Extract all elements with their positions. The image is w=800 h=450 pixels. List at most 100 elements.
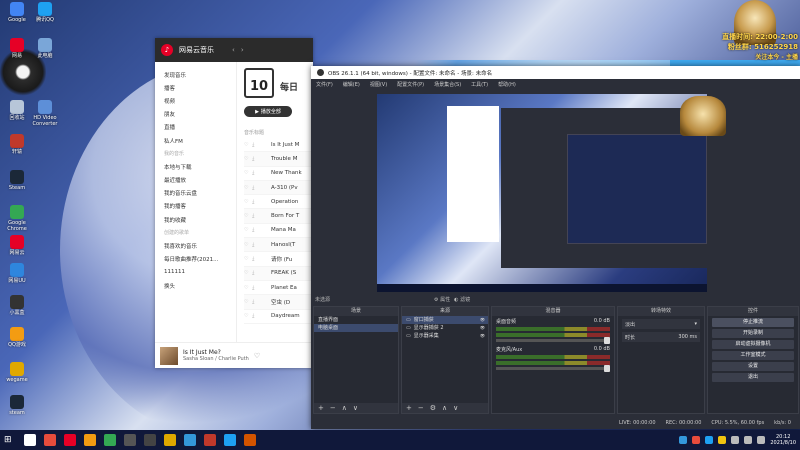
obs-menu-item[interactable]: 视图(V) xyxy=(370,81,387,88)
taskbar-app-icon[interactable] xyxy=(63,434,76,446)
desktop-icon[interactable]: wegame xyxy=(2,362,32,383)
taskbar-app-icon[interactable] xyxy=(223,434,236,446)
song-title[interactable]: New Thank xyxy=(271,170,302,176)
sidebar-item[interactable]: 我喜欢的音乐 xyxy=(164,239,236,252)
sidebar-item[interactable]: 换头 xyxy=(164,279,236,292)
song-title[interactable]: 请你 (Fu xyxy=(271,255,292,263)
taskbar-app-icon[interactable] xyxy=(203,434,216,446)
tray-icon[interactable] xyxy=(757,436,766,444)
sidebar-item[interactable]: 我的播客 xyxy=(164,200,236,213)
tray-icon[interactable] xyxy=(692,436,701,444)
sidebar-item[interactable]: 私人FM xyxy=(164,134,236,147)
desktop-icon[interactable]: 网易UU xyxy=(2,263,32,284)
sidebar-item[interactable]: 播客 xyxy=(164,81,236,94)
taskbar-app-icon[interactable] xyxy=(143,434,156,446)
obs-preview[interactable] xyxy=(377,94,707,292)
song-title[interactable]: Daydream xyxy=(271,313,300,319)
tray-icon[interactable] xyxy=(679,436,688,444)
taskbar-app-icon[interactable] xyxy=(43,434,56,446)
sidebar-item[interactable]: 发现音乐 xyxy=(164,68,236,81)
sidebar-item[interactable]: 我的音乐云盘 xyxy=(164,187,236,200)
transition-select[interactable]: 淡出 ▾ xyxy=(622,319,700,329)
taskbar-app-icon[interactable] xyxy=(163,434,176,446)
desktop-icon[interactable]: QQ游戏 xyxy=(2,327,32,348)
visibility-icon[interactable]: 👁 xyxy=(480,324,488,332)
song-title[interactable]: Mana Ma xyxy=(271,227,296,233)
control-button[interactable]: 启动虚拟摄像机 xyxy=(712,340,794,349)
song-title[interactable]: FREAK (S xyxy=(271,270,296,276)
obs-menu-item[interactable]: 工具(T) xyxy=(471,81,488,88)
desktop-icon[interactable]: Google Chrome xyxy=(2,205,32,232)
song-row[interactable]: ♡ ⤓ Daydream xyxy=(244,310,313,324)
transition-duration[interactable]: 时长 300 ms xyxy=(622,332,700,342)
song-row[interactable]: ♡ ⤓ Born For T xyxy=(244,209,313,224)
obs-menu-item[interactable]: 配置文件(P) xyxy=(397,81,424,88)
sidebar-item[interactable]: 朋友 xyxy=(164,108,236,121)
clock[interactable]: 20:12 2021/8/10 xyxy=(770,434,796,446)
song-title[interactable]: Operation xyxy=(271,199,298,205)
now-playing-title[interactable]: Is It Just Me? xyxy=(183,349,249,356)
play-all-button[interactable]: ▶ 播放全部 xyxy=(244,106,292,117)
desktop-icon[interactable]: 轩辕 xyxy=(2,134,32,155)
obs-menu-item[interactable]: 编辑(E) xyxy=(343,81,360,88)
volume-slider-handle[interactable] xyxy=(604,365,610,372)
song-row[interactable]: ♡ ⤓ Trouble M xyxy=(244,152,313,167)
remove-icon[interactable]: − xyxy=(418,404,424,412)
song-row[interactable]: ♡ ⤓ 空虫 (D xyxy=(244,295,313,310)
visibility-icon[interactable]: 👁 xyxy=(480,316,488,324)
back-icon[interactable]: ‹ xyxy=(232,46,235,54)
control-button[interactable]: 工作室模式 xyxy=(712,351,794,360)
now-playing-artist[interactable]: Sasha Sloan / Charlie Puth xyxy=(183,356,249,362)
control-button[interactable]: 设置 xyxy=(712,362,794,371)
tray-icon[interactable] xyxy=(705,436,714,444)
song-row[interactable]: ♡ ⤓ 请你 (Fu xyxy=(244,252,313,267)
song-row[interactable]: ♡ ⤓ Operation xyxy=(244,195,313,210)
up-icon[interactable]: ∧ xyxy=(442,404,447,412)
visibility-icon[interactable]: 👁 xyxy=(480,332,488,340)
desktop-icon[interactable]: 网易 xyxy=(2,38,32,59)
sidebar-item[interactable]: 视频 xyxy=(164,94,236,107)
control-button[interactable]: 退出 xyxy=(712,373,794,382)
volume-slider[interactable] xyxy=(496,365,610,372)
control-button[interactable]: 停止推流 xyxy=(712,318,794,327)
desktop-icon[interactable]: steam xyxy=(2,395,32,416)
song-title[interactable]: Born For T xyxy=(271,213,299,219)
scene-item[interactable]: 电脑桌面 xyxy=(314,324,398,332)
song-title[interactable]: Trouble M xyxy=(271,156,297,162)
sidebar-item[interactable]: 直播 xyxy=(164,121,236,134)
taskbar-app-icon[interactable] xyxy=(23,434,36,446)
desktop-icon[interactable]: 腾讯QQ xyxy=(30,2,60,23)
sidebar-item[interactable]: 本地与下载 xyxy=(164,160,236,173)
song-title[interactable]: Hanosl(T xyxy=(271,242,295,248)
source-item[interactable]: ▭ 显示器采集 👁 xyxy=(402,332,488,340)
song-row[interactable]: ♡ ⤓ FREAK (S xyxy=(244,266,313,281)
song-title[interactable]: A-310 (Pv xyxy=(271,185,298,191)
remove-icon[interactable]: − xyxy=(330,404,336,412)
song-row[interactable]: ♡ ⤓ New Thank xyxy=(244,167,313,181)
add-icon[interactable]: + xyxy=(406,404,412,412)
tray-icon[interactable] xyxy=(731,436,740,444)
up-icon[interactable]: ∧ xyxy=(342,404,347,412)
tray-icon[interactable] xyxy=(718,436,727,444)
sidebar-item[interactable]: 111111 xyxy=(164,266,236,279)
start-button[interactable]: ⊞ xyxy=(4,435,12,445)
add-icon[interactable]: + xyxy=(318,404,324,412)
gear-icon[interactable]: ⚙ xyxy=(430,404,436,412)
song-row[interactable]: ♡ ⤓ Is It Just M xyxy=(244,138,313,153)
source-item[interactable]: ▭ 显示器捕获 2 👁 xyxy=(402,324,488,332)
album-cover[interactable] xyxy=(160,346,178,365)
scene-item[interactable]: 直播界面 xyxy=(314,316,398,324)
taskbar-app-icon[interactable] xyxy=(103,434,116,446)
obs-menu-item[interactable]: 场景集合(S) xyxy=(434,81,461,88)
desktop-icon[interactable]: HD Video Converter xyxy=(30,100,60,127)
desktop-icon[interactable]: 回收站 xyxy=(2,100,32,121)
filters-button[interactable]: ◐ 滤镜 xyxy=(454,296,470,303)
sidebar-item[interactable]: 每日歌曲推荐(2021... xyxy=(164,253,236,266)
down-icon[interactable]: ∨ xyxy=(353,404,358,412)
taskbar-app-icon[interactable] xyxy=(123,434,136,446)
song-title[interactable]: Planet Ea xyxy=(271,285,297,291)
taskbar-app-icon[interactable] xyxy=(83,434,96,446)
control-button[interactable]: 开始录制 xyxy=(712,329,794,338)
forward-icon[interactable]: › xyxy=(241,46,244,54)
song-row[interactable]: ♡ ⤓ Hanosl(T xyxy=(244,238,313,253)
